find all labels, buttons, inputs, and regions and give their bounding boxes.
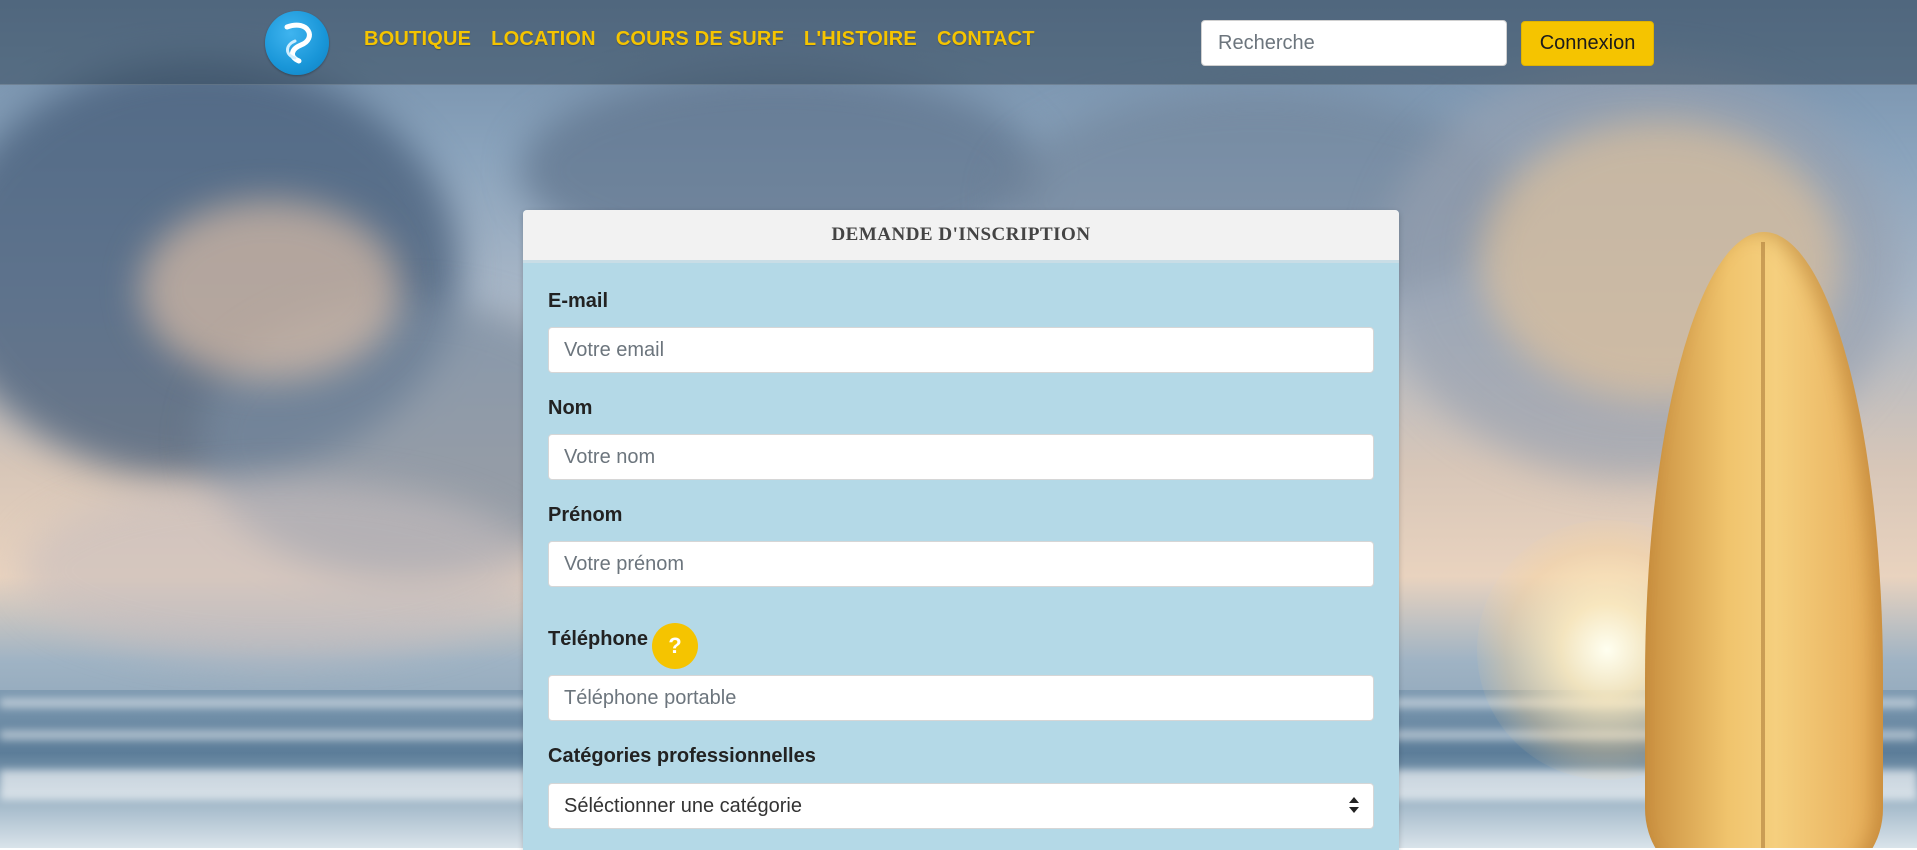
email-label: E-mail: [548, 290, 609, 312]
category-select[interactable]: Séléctionner une catégorie: [548, 783, 1374, 829]
last-name-label: Nom: [548, 397, 593, 419]
phone-field[interactable]: [548, 675, 1374, 721]
registration-form: DEMANDE D'INSCRIPTION E-mail Nom Prénom …: [523, 210, 1399, 850]
select-arrows-icon: [1349, 796, 1359, 816]
nav-link-contact[interactable]: CONTACT: [937, 28, 1035, 51]
last-name-field[interactable]: [548, 434, 1374, 480]
nav-link-cours-de-surf[interactable]: COURS DE SURF: [616, 28, 784, 51]
first-name-label: Prénom: [548, 504, 623, 526]
phone-help-icon[interactable]: ?: [652, 623, 698, 669]
category-label: Catégories professionnelles: [548, 745, 816, 767]
wave-logo-icon[interactable]: [265, 11, 329, 75]
search-input[interactable]: [1201, 20, 1507, 66]
nav-link-histoire[interactable]: L'HISTOIRE: [804, 28, 917, 51]
login-button[interactable]: Connexion: [1521, 21, 1654, 66]
phone-label: Téléphone: [548, 628, 649, 650]
form-title: DEMANDE D'INSCRIPTION: [523, 210, 1399, 263]
main-nav: BOUTIQUE LOCATION COURS DE SURF L'HISTOI…: [364, 28, 1035, 51]
nav-link-location[interactable]: LOCATION: [491, 28, 596, 51]
top-navbar: BOUTIQUE LOCATION COURS DE SURF L'HISTOI…: [0, 0, 1917, 85]
category-select-value: Séléctionner une catégorie: [564, 795, 802, 817]
nav-link-boutique[interactable]: BOUTIQUE: [364, 28, 471, 51]
first-name-field[interactable]: [548, 541, 1374, 587]
email-field[interactable]: [548, 327, 1374, 373]
